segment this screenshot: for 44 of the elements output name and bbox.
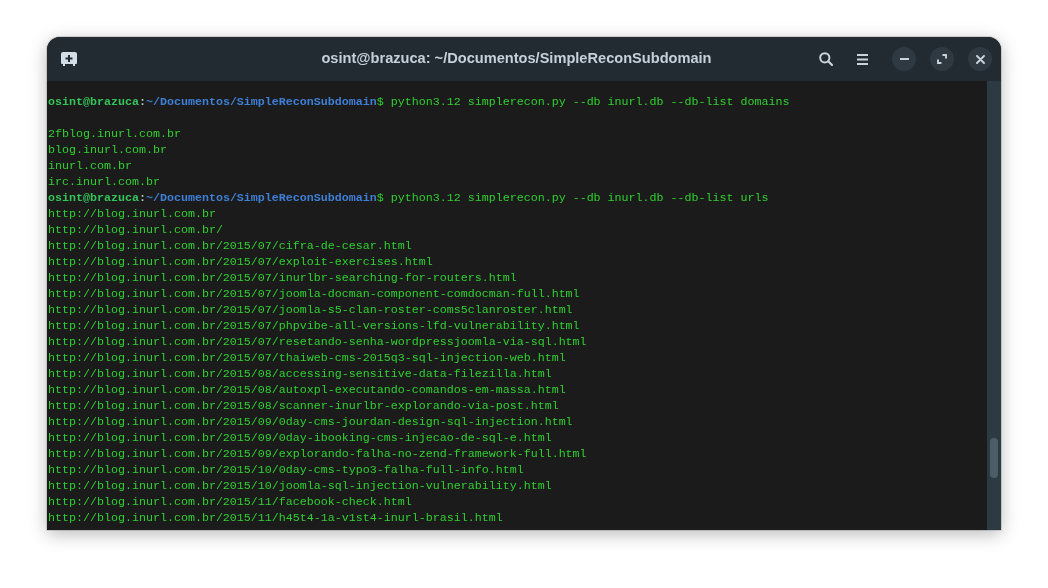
- output-line: http://blog.inurl.com.br/2015/07/exploit-exercises.html: [48, 254, 433, 270]
- output-line: http://blog.inurl.com.br/2015/07/resetando-senha-wordpressjoomla-via-sql.html: [48, 334, 587, 350]
- output-line: http://blog.inurl.com.br/2015/08/accessing-sensitive-data-filezilla.html: [48, 366, 552, 382]
- output-line: http://blog.inurl.com.br/2015/07/cifra-de-cesar.html: [48, 238, 412, 254]
- output-line: http://blog.inurl.com.br/2015/09/0day-cms-jourdan-design-sql-injection.html: [48, 414, 573, 430]
- output-line: http://blog.inurl.com.br/2015/07/phpvibe-all-versions-lfd-vulnerability.html: [48, 318, 580, 334]
- scrollbar-track[interactable]: [987, 81, 1001, 530]
- menu-icon: [856, 53, 868, 65]
- window-title: osint@brazuca: ~/Documentos/SimpleReconSubdomain: [321, 49, 713, 69]
- prompt-user-host: osint@brazuca: [48, 94, 139, 110]
- search-icon: [819, 52, 833, 66]
- command-text: $ python3.12 simplerecon.py --db inurl.db --db-list domains: [376, 94, 790, 110]
- output-line: http://blog.inurl.com.br/2015/11/h45t4-1a-v1st4-inurl-brasil.html: [48, 510, 503, 526]
- prompt-separator: :: [138, 190, 146, 206]
- prompt-path: ~/Documentos/SimpleReconSubdomain: [145, 190, 377, 206]
- output-line: http://blog.inurl.com.br: [48, 206, 216, 222]
- output-line: 2fblog.inurl.com.br: [48, 126, 181, 142]
- new-tab-icon: [61, 52, 77, 66]
- output-line: http://blog.inurl.com.br/2015/07/inurlbr-searching-for-routers.html: [48, 270, 517, 286]
- minimize-icon: [899, 58, 909, 60]
- output-line: http://blog.inurl.com.br/: [48, 222, 223, 238]
- output-line: http://blog.inurl.com.br/2015/10/joomla-sql-injection-vulnerability.html: [48, 478, 552, 494]
- prompt-path: ~/Documentos/SimpleReconSubdomain: [145, 94, 377, 110]
- scrollbar-thumb[interactable]: [990, 438, 998, 478]
- output-line: inurl.com.br: [48, 158, 132, 174]
- close-icon: [975, 54, 985, 64]
- prompt-user-host: osint@brazuca: [48, 190, 139, 206]
- prompt-separator: :: [138, 94, 146, 110]
- minimize-button[interactable]: [892, 47, 916, 71]
- output-line: http://blog.inurl.com.br/2015/08/scanner-inurlbr-explorando-via-post.html: [48, 398, 559, 414]
- output-line: http://blog.inurl.com.br/2015/10/0day-cms-typo3-falha-full-info.html: [48, 462, 524, 478]
- command-text: $ python3.12 simplerecon.py --db inurl.db --db-list urls: [376, 190, 769, 206]
- output-line: irc.inurl.com.br: [48, 174, 160, 190]
- maximize-icon: [937, 54, 947, 64]
- output-line: http://blog.inurl.com.br/2015/07/joomla-docman-component-comdocman-full.html: [48, 286, 580, 302]
- output-line: http://blog.inurl.com.br/2015/09/explorando-falha-no-zend-framework-full.html: [48, 446, 587, 462]
- close-button[interactable]: [968, 47, 992, 71]
- output-line: http://blog.inurl.com.br/2015/11/facebook-check.html: [48, 494, 412, 510]
- maximize-button[interactable]: [930, 47, 954, 71]
- output-line: http://blog.inurl.com.br/2015/07/joomla-s5-clan-roster-coms5clanroster.html: [48, 302, 573, 318]
- output-line: http://blog.inurl.com.br/2015/09/0day-ibooking-cms-injecao-de-sql-e.html: [48, 430, 552, 446]
- output-line: blog.inurl.com.br: [48, 142, 167, 158]
- output-line: http://blog.inurl.com.br/2015/08/autoxpl-executando-comandos-em-massa.html: [48, 382, 566, 398]
- output-line: http://blog.inurl.com.br/2015/07/thaiweb-cms-2015q3-sql-injection-web.html: [48, 350, 566, 366]
